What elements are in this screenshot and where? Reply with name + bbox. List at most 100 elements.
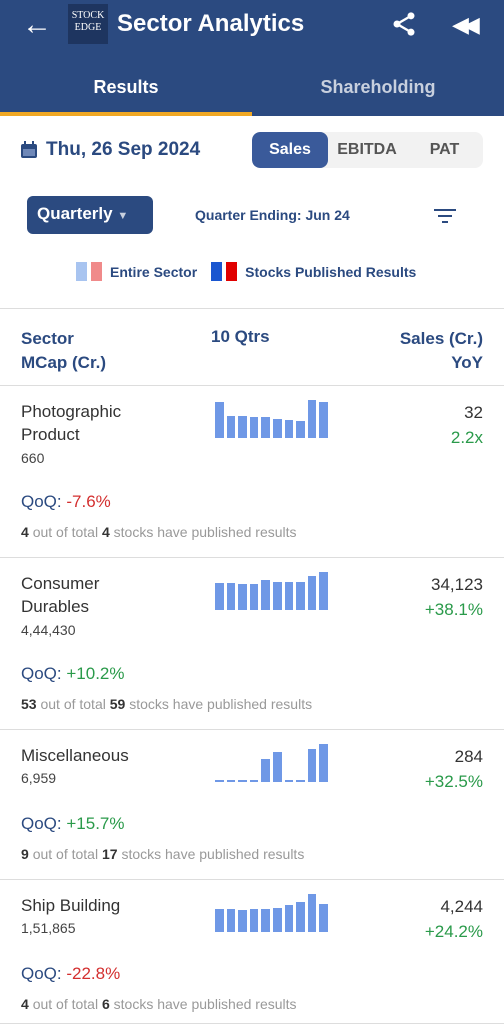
- sector-row[interactable]: Ship Building 1,51,865 4,244 +24.2% QoQ: …: [0, 880, 504, 1024]
- bar-quarter-3: [238, 779, 247, 782]
- sector-name: Ship Building: [21, 896, 121, 915]
- bar-quarter-7: [284, 779, 294, 782]
- bar-quarter-3: [238, 584, 247, 610]
- period-dropdown[interactable]: Quarterly ▼: [27, 196, 153, 234]
- bar-quarter-4: [249, 584, 259, 610]
- bar-quarter-3: [238, 415, 247, 438]
- stockedge-logo: STOCK EDGE: [68, 4, 108, 44]
- bar-quarter-2: [226, 909, 236, 932]
- sector-row[interactable]: Miscellaneous 6,959 284 +32.5% QoQ: +15.7…: [0, 730, 504, 880]
- legend-entire-sector: Entire Sector: [110, 263, 198, 280]
- sector-mcap: 1,51,865: [21, 920, 76, 936]
- bar-quarter-8: [296, 779, 305, 782]
- tab-results[interactable]: Results: [0, 66, 252, 116]
- metric-toggle: Sales EBITDA PAT: [252, 132, 483, 168]
- bar-quarter-2: [226, 415, 236, 438]
- date-picker[interactable]: Thu, 26 Sep 2024: [20, 139, 200, 161]
- bar-quarter-6: [272, 752, 282, 782]
- legend-published: Stocks Published Results: [245, 263, 417, 280]
- col-mcap[interactable]: MCap (Cr.): [21, 351, 106, 375]
- bar-quarter-10: [319, 744, 328, 782]
- date-text: Thu, 26 Sep 2024: [46, 139, 201, 160]
- qoq-label: QoQ:: [21, 814, 62, 833]
- col-sales[interactable]: Sales (Cr.): [400, 327, 483, 351]
- sector-mcap: 660: [21, 450, 45, 466]
- sector-name: Photographic Product: [21, 402, 122, 444]
- published-count: 9 out of total 17 stocks have published …: [21, 846, 305, 862]
- qoq-label: QoQ:: [21, 664, 62, 683]
- rewind-icon[interactable]: ◀◀: [452, 12, 480, 38]
- bar-quarter-10: [319, 903, 328, 932]
- yoy-value: 2.2x: [450, 428, 483, 447]
- legend-swatch: [76, 262, 87, 281]
- qoq-value: -7.6%: [66, 492, 111, 511]
- back-arrow-icon[interactable]: ←: [22, 8, 52, 42]
- bar-quarter-2: [226, 779, 236, 782]
- bar-quarter-6: [272, 419, 282, 438]
- bar-quarter-4: [249, 417, 259, 438]
- bar-quarter-9: [307, 575, 317, 610]
- sector-row[interactable]: Consumer Durables 4,44,430 34,123 +38.1% …: [0, 558, 504, 730]
- bar-quarter-9: [307, 400, 317, 438]
- legend-swatch: [211, 262, 223, 281]
- legend-swatch: [226, 262, 238, 281]
- legend: Entire Sector Stocks Published Results: [76, 262, 416, 281]
- bar-quarter-1: [215, 582, 224, 610]
- sector-row[interactable]: Photographic Product 660 32 2.2x QoQ: -7.…: [0, 386, 504, 558]
- tab-shareholding[interactable]: Shareholding: [252, 66, 504, 116]
- bar-quarter-6: [272, 908, 282, 932]
- quarter-bar-chart: [215, 400, 328, 438]
- col-yoy[interactable]: YoY: [400, 351, 483, 375]
- qoq-value: -22.8%: [66, 964, 121, 983]
- filter-icon[interactable]: [434, 208, 456, 224]
- col-sector[interactable]: Sector: [21, 327, 106, 351]
- yoy-value: +24.2%: [424, 922, 483, 941]
- sales-value: 4,244: [440, 897, 483, 916]
- table-header: Sector MCap (Cr.) 10 Qtrs Sales (Cr.) YoY: [0, 308, 504, 386]
- sector-name: Consumer Durables: [21, 574, 100, 616]
- col-quarters: 10 Qtrs: [211, 327, 270, 346]
- app-bar: ← STOCK EDGE Sector Analytics ◀◀ Results …: [0, 0, 504, 116]
- bar-quarter-1: [215, 779, 224, 782]
- bar-quarter-4: [249, 779, 259, 782]
- quarter-bar-chart: [215, 572, 328, 610]
- bar-quarter-8: [296, 581, 305, 610]
- bar-quarter-8: [296, 420, 305, 438]
- qoq-value: +15.7%: [66, 814, 125, 833]
- yoy-value: +32.5%: [424, 772, 483, 791]
- bar-quarter-5: [261, 417, 270, 438]
- sector-name: Miscellaneous: [21, 746, 129, 765]
- bar-quarter-7: [284, 419, 294, 438]
- qoq-label: QoQ:: [21, 964, 62, 983]
- metric-ebitda[interactable]: EBITDA: [328, 132, 406, 168]
- bar-quarter-1: [215, 401, 224, 438]
- calendar-icon: [21, 141, 37, 158]
- chevron-down-icon: ▼: [117, 210, 129, 222]
- bar-quarter-4: [249, 909, 259, 932]
- bar-quarter-5: [261, 909, 270, 932]
- bar-quarter-2: [226, 582, 236, 610]
- legend-swatch: [91, 262, 102, 281]
- share-icon[interactable]: [390, 10, 418, 38]
- qoq-value: +10.2%: [66, 664, 125, 683]
- published-count: 4 out of total 4 stocks have published r…: [21, 524, 297, 540]
- sector-mcap: 6,959: [21, 770, 57, 786]
- bar-quarter-5: [261, 579, 270, 610]
- published-count: 4 out of total 6 stocks have published r…: [21, 996, 297, 1012]
- page-title: Sector Analytics: [117, 10, 305, 37]
- sales-value: 284: [454, 747, 483, 766]
- bar-quarter-9: [307, 748, 317, 782]
- published-count: 53 out of total 59 stocks have published…: [21, 696, 313, 712]
- bar-quarter-10: [319, 401, 328, 438]
- yoy-value: +38.1%: [424, 600, 483, 619]
- bar-quarter-7: [284, 581, 294, 610]
- bar-quarter-3: [238, 909, 247, 932]
- qoq-label: QoQ:: [21, 492, 62, 511]
- bar-quarter-6: [272, 581, 282, 610]
- sales-value: 32: [464, 403, 483, 422]
- metric-pat[interactable]: PAT: [406, 132, 483, 168]
- bar-quarter-7: [284, 905, 294, 932]
- quarter-ending: Quarter Ending: Jun 24: [195, 207, 350, 223]
- bar-quarter-1: [215, 909, 224, 932]
- metric-sales[interactable]: Sales: [252, 132, 328, 168]
